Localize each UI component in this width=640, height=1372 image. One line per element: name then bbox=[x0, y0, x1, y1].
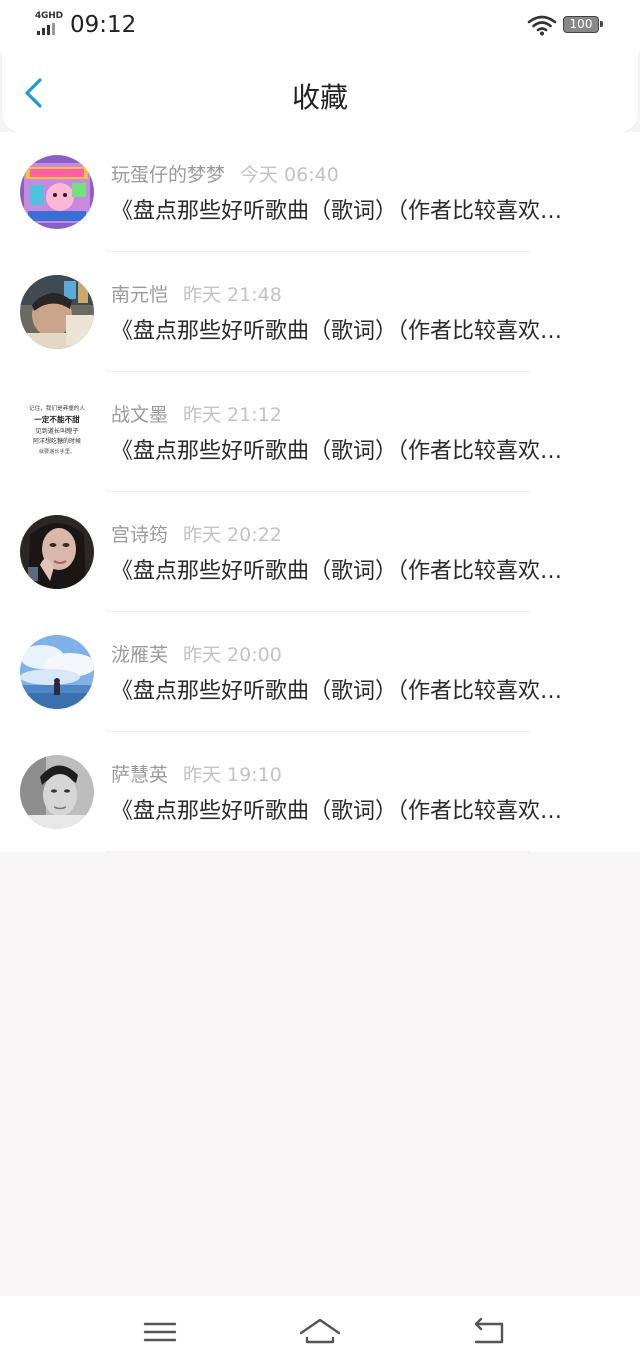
timestamp: 昨天 21:12 bbox=[183, 404, 282, 426]
post-title[interactable]: 《盘点那些好听歌曲（歌词）（作者比较喜欢… bbox=[111, 676, 620, 708]
avatar[interactable] bbox=[20, 755, 94, 829]
timestamp: 昨天 21:48 bbox=[183, 284, 282, 306]
avatar[interactable] bbox=[20, 155, 94, 229]
item-meta: 南元恺 昨天 21:48 bbox=[111, 281, 282, 309]
nav-header: 收藏 bbox=[2, 52, 638, 132]
item-meta: 玩蛋仔的梦梦 今天 06:40 bbox=[111, 161, 339, 189]
home-icon[interactable] bbox=[298, 1312, 342, 1352]
avatar-text-line: 就要递长手里。 bbox=[39, 447, 75, 455]
avatar-text-line: 见到道长叫瞪子 bbox=[35, 427, 78, 435]
network-type-label: 4GHD bbox=[35, 11, 63, 21]
item-meta: 泷雁芙 昨天 20:00 bbox=[111, 641, 282, 669]
item-meta: 萨慧英 昨天 19:10 bbox=[111, 761, 282, 789]
timestamp: 今天 06:40 bbox=[240, 164, 339, 186]
favorites-list: 玩蛋仔的梦梦 今天 06:40 《盘点那些好听歌曲（歌词）（作者比较喜欢… 南元恺… bbox=[0, 132, 640, 852]
avatar-text-line: 一定不能不甜 bbox=[34, 414, 80, 424]
post-title[interactable]: 《盘点那些好听歌曲（歌词）（作者比较喜欢… bbox=[111, 316, 620, 348]
timestamp: 昨天 20:22 bbox=[183, 524, 282, 546]
signal-icon: 4GHD bbox=[35, 12, 65, 36]
back-arrow-icon[interactable] bbox=[468, 1312, 508, 1352]
item-meta: 战文墨 昨天 21:12 bbox=[111, 401, 282, 429]
system-nav-bar bbox=[0, 1296, 640, 1372]
username[interactable]: 玩蛋仔的梦梦 bbox=[111, 164, 225, 186]
avatar-text-line: 记住，我们是莽撞的人 bbox=[29, 404, 85, 412]
list-item[interactable]: 宫诗筠 昨天 20:22 《盘点那些好听歌曲（歌词）（作者比较喜欢… bbox=[0, 492, 640, 612]
status-clock: 09:12 bbox=[70, 12, 137, 38]
username[interactable]: 宫诗筠 bbox=[111, 524, 168, 546]
back-button[interactable] bbox=[16, 74, 52, 112]
item-meta: 宫诗筠 昨天 20:22 bbox=[111, 521, 282, 549]
avatar[interactable] bbox=[20, 515, 94, 589]
post-title[interactable]: 《盘点那些好听歌曲（歌词）（作者比较喜欢… bbox=[111, 796, 620, 828]
battery-level: 100 bbox=[569, 17, 593, 31]
post-title[interactable]: 《盘点那些好听歌曲（歌词）（作者比较喜欢… bbox=[111, 196, 620, 228]
post-title[interactable]: 《盘点那些好听歌曲（歌词）（作者比较喜欢… bbox=[111, 436, 620, 468]
battery-icon: 100 bbox=[563, 16, 603, 33]
page-title: 收藏 bbox=[291, 81, 348, 114]
username[interactable]: 萨慧英 bbox=[111, 764, 168, 786]
post-title[interactable]: 《盘点那些好听歌曲（歌词）（作者比较喜欢… bbox=[111, 556, 620, 588]
avatar[interactable] bbox=[20, 635, 94, 709]
signal-bars bbox=[37, 23, 63, 35]
username[interactable]: 泷雁芙 bbox=[111, 644, 168, 666]
list-item[interactable]: 萨慧英 昨天 19:10 《盘点那些好听歌曲（歌词）（作者比较喜欢… bbox=[0, 732, 640, 852]
timestamp: 昨天 20:00 bbox=[183, 644, 282, 666]
username[interactable]: 南元恺 bbox=[111, 284, 168, 306]
avatar-text-line: 阿洋想吃糖的时候 bbox=[33, 437, 81, 445]
username[interactable]: 战文墨 bbox=[111, 404, 168, 426]
list-item[interactable]: 玩蛋仔的梦梦 今天 06:40 《盘点那些好听歌曲（歌词）（作者比较喜欢… bbox=[0, 132, 640, 252]
list-item[interactable]: 南元恺 昨天 21:48 《盘点那些好听歌曲（歌词）（作者比较喜欢… bbox=[0, 252, 640, 372]
list-item[interactable]: 记住，我们是莽撞的人 一定不能不甜 见到道长叫瞪子 阿洋想吃糖的时候 就要递长手… bbox=[0, 372, 640, 492]
avatar[interactable] bbox=[20, 275, 94, 349]
chevron-left-icon bbox=[25, 78, 42, 108]
status-bar: 4GHD 09:12 100 bbox=[0, 0, 640, 52]
menu-icon[interactable] bbox=[140, 1312, 180, 1352]
list-item[interactable]: 泷雁芙 昨天 20:00 《盘点那些好听歌曲（歌词）（作者比较喜欢… bbox=[0, 612, 640, 732]
timestamp: 昨天 19:10 bbox=[183, 764, 282, 786]
avatar[interactable]: 记住，我们是莽撞的人 一定不能不甜 见到道长叫瞪子 阿洋想吃糖的时候 就要递长手… bbox=[20, 395, 94, 469]
wifi-icon bbox=[527, 15, 557, 36]
divider bbox=[106, 851, 530, 852]
